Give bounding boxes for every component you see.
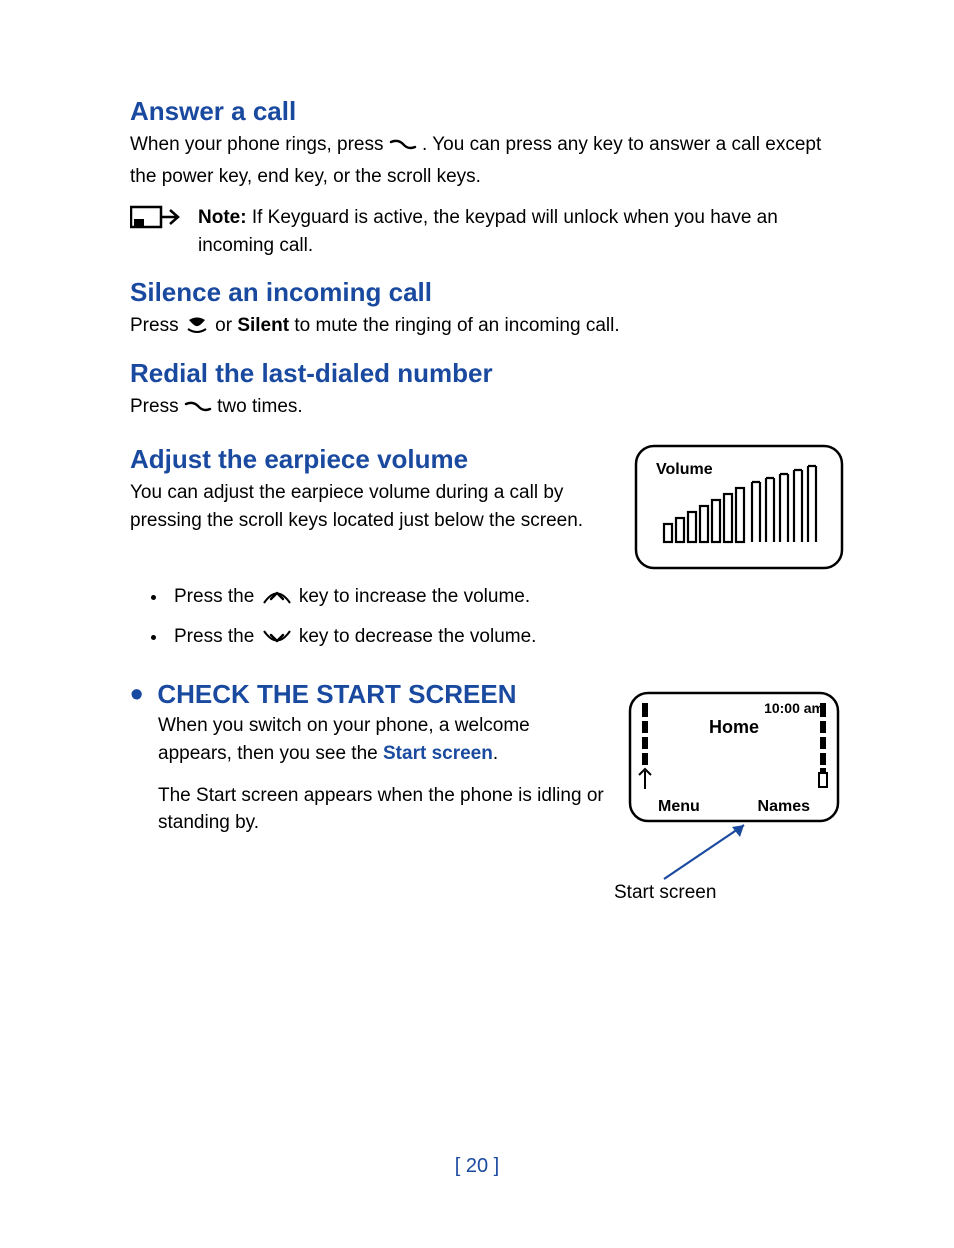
body-start-screen-2: The Start screen appears when the phone … xyxy=(158,782,604,837)
volume-bullets: Press the key to increase the volume. Pr… xyxy=(148,579,844,659)
text: Press the xyxy=(174,586,260,607)
text: key to decrease the volume. xyxy=(299,626,537,647)
text: Press the xyxy=(174,626,260,647)
bullet-increase-volume: Press the key to increase the volume. xyxy=(168,579,844,619)
body-silence-call: Press or Silent to mute the ringing of a… xyxy=(130,312,844,344)
scroll-down-icon xyxy=(260,623,294,659)
figure-start-screen: 10:00 am Home Menu Names Start screen xyxy=(624,689,844,904)
text: two times. xyxy=(217,396,303,417)
body-adjust-volume: You can adjust the earpiece volume durin… xyxy=(130,479,614,534)
start-home: Home xyxy=(709,717,759,737)
text: Press xyxy=(130,315,184,336)
heading-redial: Redial the last-dialed number xyxy=(130,358,844,389)
note-text: Note: If Keyguard is active, the keypad … xyxy=(198,204,844,259)
volume-label: Volume xyxy=(656,461,713,478)
text: to mute the ringing of an incoming call. xyxy=(294,315,619,336)
start-names: Names xyxy=(758,798,811,815)
heading-check-start-screen: CHECK THE START SCREEN xyxy=(157,679,516,710)
bullet-decrease-volume: Press the key to decrease the volume. xyxy=(168,619,844,659)
scroll-up-icon xyxy=(260,583,294,619)
manual-page: Answer a call When your phone rings, pre… xyxy=(0,0,954,1248)
text: key to increase the volume. xyxy=(299,586,530,607)
silent-label: Silent xyxy=(237,315,289,336)
section-bullet-icon: • xyxy=(130,682,143,708)
start-menu: Menu xyxy=(658,798,700,815)
start-screen-term: Start screen xyxy=(383,743,493,764)
send-key-icon xyxy=(389,135,417,163)
start-time: 10:00 am xyxy=(764,700,824,716)
text: . xyxy=(493,743,498,764)
heading-silence-call: Silence an incoming call xyxy=(130,277,844,308)
send-key-icon xyxy=(184,397,212,425)
end-key-icon xyxy=(184,316,210,344)
note-label: Note: xyxy=(198,207,247,228)
text: If Keyguard is active, the keypad will u… xyxy=(198,207,778,256)
text: or xyxy=(215,315,237,336)
heading-answer-call: Answer a call xyxy=(130,96,844,127)
note-keyguard: Note: If Keyguard is active, the keypad … xyxy=(130,204,844,259)
note-icon xyxy=(130,204,180,259)
page-number: [ 20 ] xyxy=(0,1155,954,1178)
figure-volume-screen: Volume xyxy=(634,444,844,575)
body-redial: Press two times. xyxy=(130,393,844,425)
text: Press xyxy=(130,396,184,417)
text: When your phone rings, press xyxy=(130,134,389,155)
body-answer-call: When your phone rings, press . You can p… xyxy=(130,131,844,190)
body-start-screen-1: When you switch on your phone, a welcome… xyxy=(158,712,604,767)
heading-adjust-volume: Adjust the earpiece volume xyxy=(130,444,614,475)
